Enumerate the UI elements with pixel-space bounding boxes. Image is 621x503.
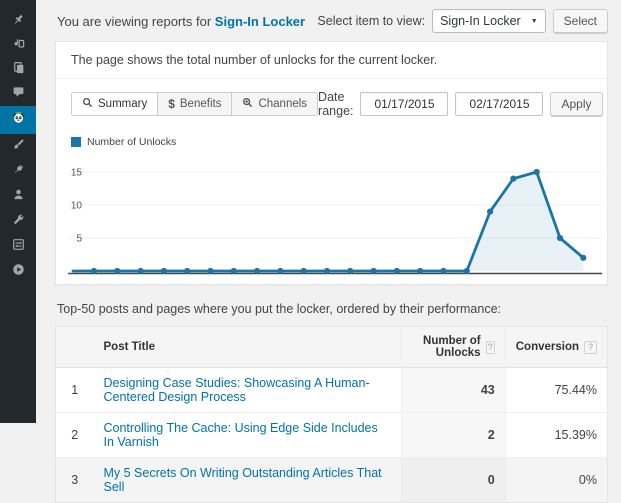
media-icon [11, 36, 26, 56]
paintbrush-icon [11, 137, 26, 157]
date-start-input[interactable] [360, 92, 449, 116]
search-icon [82, 97, 93, 111]
report-panel: The page shows the total number of unloc… [55, 41, 608, 285]
help-icon[interactable]: ? [584, 340, 597, 354]
locker-select[interactable]: Sign-In Locker ▼ [432, 9, 546, 33]
help-icon[interactable]: ? [485, 340, 495, 354]
wrench-icon [11, 212, 26, 232]
svg-text:15: 15 [71, 168, 83, 179]
admin-sidebar [0, 0, 36, 423]
unlocks-value: 43 [400, 367, 506, 413]
svg-text:5: 5 [76, 234, 82, 245]
panda-icon [11, 110, 26, 130]
topbar: You are viewing reports for Sign-In Lock… [55, 0, 608, 41]
pushpin-icon [11, 12, 26, 32]
current-locker-link[interactable]: Sign-In Locker [215, 14, 305, 29]
svg-text:10: 10 [71, 201, 83, 212]
user-icon [11, 187, 26, 207]
sidebar-item-plugins[interactable] [0, 159, 36, 184]
sidebar-item-comments[interactable] [0, 82, 36, 106]
tab-summary[interactable]: Summary [71, 92, 159, 116]
unlocks-value: 2 [400, 412, 506, 458]
main-content: You are viewing reports for Sign-In Lock… [36, 0, 621, 503]
table-intro: Top-50 posts and pages where you put the… [57, 302, 502, 316]
table-row: 1 Designing Case Studies: Showcasing A H… [56, 367, 608, 413]
line-chart: 5 10 15 [68, 168, 602, 275]
chevron-down-icon: ▼ [530, 17, 538, 25]
report-tabs: Summary $ Benefits Channels [71, 92, 319, 116]
table-row: 2 Controlling The Cache: Using Edge Side… [55, 412, 608, 458]
top-posts-table: Post Title Number of Unlocks? Conversion… [55, 326, 608, 503]
report-toolbar: Summary $ Benefits Channels Date range: … [56, 79, 607, 122]
sidebar-item-media[interactable] [0, 34, 36, 58]
select-button[interactable]: Select [552, 9, 608, 33]
table-header-row: Post Title Number of Unlocks? Conversion… [55, 326, 608, 368]
table-row: 3 My 5 Secrets On Writing Outstanding Ar… [55, 457, 608, 503]
sidebar-item-pages[interactable] [0, 58, 36, 82]
post-title-link[interactable]: Controlling The Cache: Using Edge Side I… [104, 421, 378, 449]
sidebar-item-appearance[interactable] [0, 134, 36, 159]
conversion-value: 75.44% [554, 383, 597, 397]
viewing-status: You are viewing reports for Sign-In Lock… [57, 14, 305, 29]
panel-description: The page shows the total number of unloc… [56, 42, 607, 79]
legend-label: Number of Unlocks [87, 136, 177, 148]
dollar-icon: $ [168, 97, 175, 111]
sidebar-item-users[interactable] [0, 184, 36, 209]
legend-swatch [71, 137, 81, 147]
apply-button[interactable]: Apply [550, 92, 603, 116]
date-end-input[interactable] [455, 92, 544, 116]
plug-icon [11, 162, 26, 182]
post-title-link[interactable]: Designing Case Studies: Showcasing A Hum… [104, 376, 370, 404]
sidebar-item-optin-panda[interactable] [0, 106, 36, 134]
sidebar-item-settings[interactable] [0, 234, 36, 259]
post-title-column-header: Post Title [93, 326, 402, 368]
date-range-label: Date range: [318, 90, 354, 118]
pages-icon [11, 60, 26, 80]
tab-benefits[interactable]: $ Benefits [157, 92, 233, 116]
sliders-icon [11, 237, 26, 257]
sidebar-item-tools[interactable] [0, 209, 36, 234]
conversion-value: 15.39% [505, 412, 608, 458]
post-title-link[interactable]: My 5 Secrets On Writing Outstanding Arti… [104, 466, 382, 494]
tab-channels[interactable]: Channels [231, 92, 319, 116]
conversion-column-header: Conversion? [505, 326, 608, 368]
date-range: Date range: Apply [318, 90, 603, 118]
search-plus-icon [242, 97, 253, 111]
chart-legend: Number of Unlocks [71, 136, 607, 148]
select-item-label: Select item to view: [317, 14, 426, 28]
locker-select-value: Sign-In Locker [440, 14, 521, 28]
unlocks-value: 0 [400, 457, 506, 503]
unlocks-chart: Number of Unlocks 5 10 15 [56, 122, 607, 284]
viewing-prefix: You are viewing reports for [57, 13, 212, 29]
comment-icon [11, 84, 26, 104]
rank-column-header [55, 326, 94, 368]
unlocks-column-header: Number of Unlocks? [400, 326, 506, 368]
sidebar-item-video[interactable] [0, 259, 36, 284]
play-circle-icon [11, 262, 26, 282]
sidebar-item-posts[interactable] [0, 10, 36, 34]
conversion-value: 0% [505, 457, 608, 503]
